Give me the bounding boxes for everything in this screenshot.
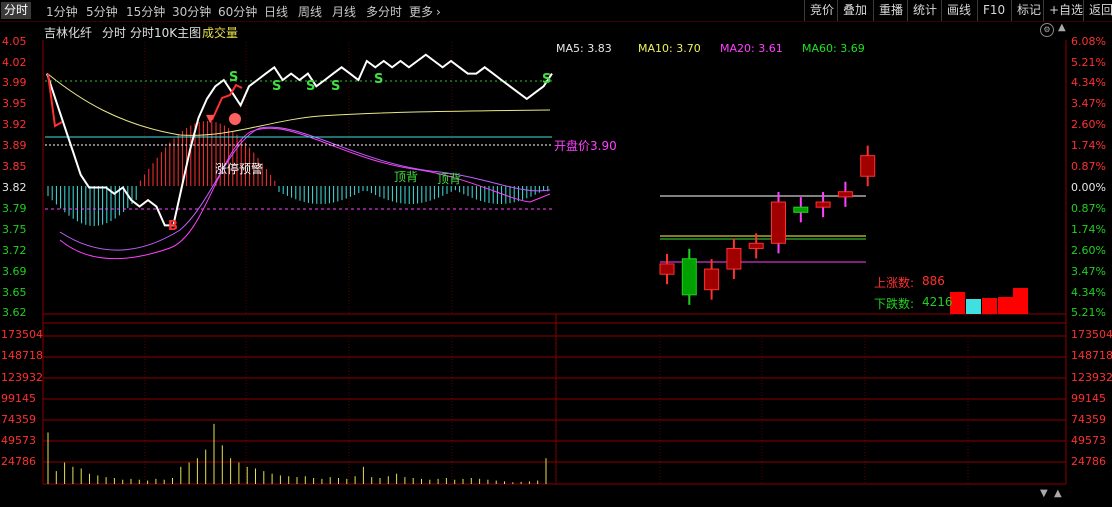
limit-warning-marker — [229, 113, 241, 125]
candle-body — [793, 206, 809, 213]
signal-marks — [229, 113, 241, 125]
candle-body — [815, 201, 831, 208]
candle-body — [659, 263, 675, 275]
buy-signal: B — [168, 219, 178, 234]
up-count-label: 上涨数: — [874, 276, 915, 290]
warning-icon: ▼ — [206, 112, 215, 125]
breadth-bar — [966, 299, 981, 314]
top-divergence-label: 顶背 — [437, 172, 462, 186]
ma-curves — [47, 73, 551, 260]
candle-body — [860, 155, 876, 177]
down-count-label: 下跌数: — [874, 297, 915, 311]
candle-body — [681, 258, 697, 296]
mini-kline — [659, 145, 876, 305]
volume-grid — [43, 335, 1066, 463]
candle-body — [748, 242, 764, 249]
breadth-bar — [982, 298, 997, 314]
price-lines — [45, 53, 553, 227]
limit-up-warning-label: 涨停预警 — [215, 162, 264, 176]
sell-signal: S — [374, 72, 384, 87]
candle-body — [704, 268, 720, 291]
chart-frame — [42, 40, 1067, 485]
sell-signal: S — [331, 79, 341, 94]
chart-canvas[interactable] — [0, 0, 1112, 507]
scroll-up-icon[interactable]: ▲ — [1054, 488, 1062, 499]
sell-signal: S — [229, 70, 239, 85]
sell-signal: S — [306, 79, 316, 94]
candle-body — [726, 247, 742, 270]
candle-body — [837, 191, 853, 198]
top-divergence-label: 顶背 — [394, 170, 419, 184]
average-price-line — [47, 73, 551, 136]
breadth-bar — [1013, 288, 1028, 314]
market-breadth-bars — [950, 288, 1028, 314]
open-price-label: 开盘价3.90 — [554, 139, 617, 153]
scroll-down-icon[interactable]: ▼ — [1040, 488, 1048, 499]
candle-body — [771, 201, 786, 244]
volume-bars — [47, 423, 547, 484]
sell-signal: S — [542, 72, 552, 87]
sell-signal: S — [272, 79, 282, 94]
up-count-value: 886 — [922, 274, 945, 288]
breadth-bar — [998, 297, 1013, 314]
down-count-value: 4216 — [922, 295, 953, 309]
